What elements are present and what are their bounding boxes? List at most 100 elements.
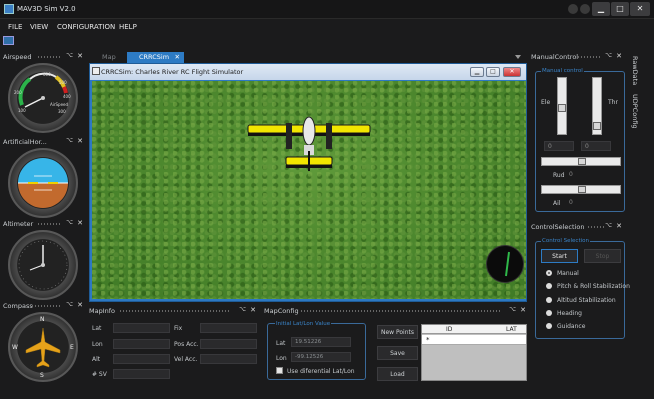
ail-slider-thumb[interactable] [578,186,586,193]
toolbar-icon[interactable] [3,36,14,45]
side-tab-rawdata[interactable]: RawData [631,56,639,85]
airplane-icon [25,327,61,368]
radio-altitud[interactable] [546,297,552,303]
pin-icon[interactable]: ⌥ [66,301,73,308]
radio-pitch-roll[interactable] [546,283,552,289]
attitude-gauge [8,148,78,218]
minimize-button[interactable]: ▁ [592,2,610,16]
load-button[interactable]: Load [377,367,418,381]
tab-close-icon[interactable]: ✕ [175,53,180,61]
grid-col-id: ID [446,326,453,333]
close-icon[interactable]: ✕ [250,306,256,314]
mapinfo-header: MapInfo ⌥ ✕ [88,306,259,316]
close-icon[interactable]: ✕ [77,301,83,309]
pin-icon[interactable]: ⌥ [509,306,516,313]
radio-heading[interactable] [546,310,552,316]
ail-slider[interactable] [541,185,621,194]
tab-crrcsim[interactable]: CRRCSim ✕ [127,52,184,63]
mode-heading-label: Heading [557,310,582,317]
mapconfig-header: MapConfig ⌥ ✕ [261,306,529,316]
sim-minimize-button[interactable]: ▁ [470,67,484,77]
ele-slider-thumb[interactable] [558,104,566,112]
control-selection-group-title: Control Selection [541,238,590,244]
rud-value: 0 [569,171,573,178]
grid-new-row-marker: * [426,336,430,344]
rud-slider-thumb[interactable] [578,158,586,165]
save-button[interactable]: Save [377,346,418,360]
grid-new-row[interactable] [422,335,526,345]
mapinfo-title: MapInfo [89,307,116,315]
new-points-button[interactable]: New Points [377,325,418,339]
mode-altitud-label: Altitud Stabilization [557,297,616,304]
close-icon[interactable]: ✕ [616,222,622,230]
initial-latlon-title: Initial Lat/Lon Value [275,321,332,327]
grass-texture [92,81,526,299]
sim-compass-icon [486,245,524,283]
close-icon[interactable]: ✕ [77,137,83,145]
minimize-circle-icon[interactable] [580,4,590,14]
pin-icon[interactable]: ⌥ [605,52,612,59]
altimeter-gauge [8,230,78,300]
points-grid[interactable]: ID LAT * [421,324,527,381]
mapinfo-lat-label: Lat [92,325,102,332]
sim-maximize-button[interactable]: □ [486,67,500,77]
pin-icon[interactable]: ⌥ [66,52,73,59]
ele-label: Ele [541,99,551,106]
close-icon[interactable]: ✕ [77,52,83,60]
mode-pitch-roll-label: Pitch & Roll Stabilization [557,283,630,290]
airspeed-title: Airspeed [3,53,32,61]
start-button[interactable]: Start [541,249,578,263]
close-icon[interactable]: ✕ [616,52,622,60]
sim-close-button[interactable]: ✕ [503,67,521,77]
grid-col-lat: LAT [506,326,517,333]
side-tab-udpconfig[interactable]: UDPConfig [631,94,639,129]
mapinfo-posacc-field [200,339,257,349]
mapconfig-title: MapConfig [264,307,299,315]
pin-icon[interactable]: ⌥ [66,137,73,144]
manual-control-header: ManualControl ⌥ ✕ [530,52,625,62]
airspeed-tick-400: 400 [63,94,71,99]
close-button[interactable]: ✕ [630,2,650,16]
manual-control-title: ManualControl [531,53,579,61]
compass-w-label: W [12,344,18,351]
compass-title: Compass [3,302,33,310]
pin-icon[interactable]: ⌥ [605,222,612,229]
tab-dropdown-icon[interactable] [515,55,521,59]
maximize-button[interactable]: □ [611,2,629,16]
compass-s-label: S [40,372,44,379]
thr-slider[interactable] [592,77,602,135]
mapinfo-alt-label: Alt [92,356,101,363]
close-icon[interactable]: ✕ [77,219,83,227]
menu-file[interactable]: FILE [8,23,22,31]
mapinfo-fix-label: Fix [174,325,183,332]
thr-slider-thumb[interactable] [593,122,601,130]
tab-map[interactable]: Map [96,52,122,63]
mapconfig-lat-input[interactable]: 19.51226 [291,337,351,347]
use-differential-checkbox[interactable] [276,367,283,374]
close-icon[interactable]: ✕ [520,306,526,314]
airspeed-gauge-label: AirSpeed [50,102,69,107]
mapinfo-posacc-label: Pos Acc. [174,341,199,348]
stop-button[interactable]: Stop [584,249,621,263]
ele-slider[interactable] [557,77,567,135]
app-icon [4,4,14,14]
mapinfo-lat-field [113,323,170,333]
menu-configuration[interactable]: CONFIGURATION [57,23,115,31]
menu-view[interactable]: VIEW [30,23,48,31]
sim-window-title: CRRCSim: Charles River RC Flight Simulat… [101,68,244,76]
mapinfo-velacc-label: Vel Acc. [174,356,198,363]
radio-guidance[interactable] [546,323,552,329]
airspeed-panel-header: Airspeed ⌥ ✕ [0,52,86,62]
rud-slider[interactable] [541,157,621,166]
airspeed-tick-300: 300 [58,109,66,114]
help-circle-icon[interactable] [568,4,578,14]
mapinfo-lon-field [113,339,170,349]
pin-icon[interactable]: ⌥ [239,306,246,313]
menu-help[interactable]: HELP [119,23,137,31]
radio-manual[interactable] [546,270,552,276]
pin-icon[interactable]: ⌥ [66,219,73,226]
attitude-panel-header: ArtificialHor... ⌥ ✕ [0,137,86,147]
altimeter-title: Altimeter [3,220,34,228]
altimeter-panel-header: Altimeter ⌥ ✕ [0,219,86,229]
mapconfig-lon-input[interactable]: -99.12526 [291,352,351,362]
